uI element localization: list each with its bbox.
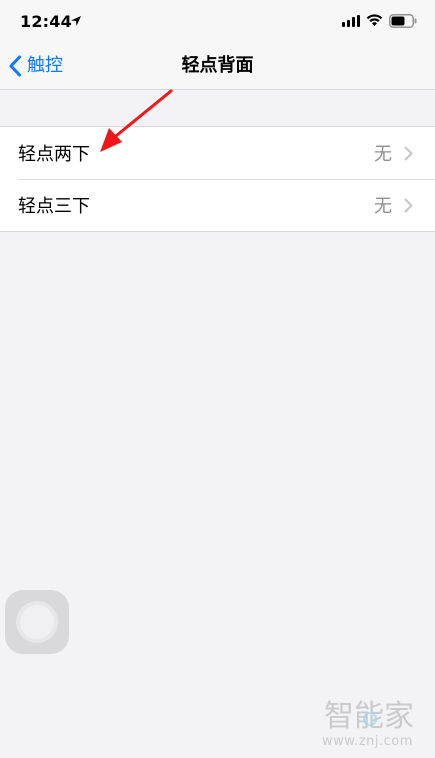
wifi-icon [366,14,383,26]
watermark-url: www.znj.com [322,734,413,749]
status-time: 12:44 [20,12,72,31]
chevron-right-icon [404,146,413,160]
settings-row-triple-tap[interactable]: 轻点三下 无 [0,179,435,231]
status-bar: 12:44 [0,0,435,44]
row-label: 轻点两下 [18,144,90,165]
row-value: 无 [374,196,392,217]
watermark-logo: 智能家 [324,699,414,734]
assistive-touch-button[interactable] [5,590,69,654]
settings-row-double-tap[interactable]: 轻点两下 无 [0,127,435,179]
watermark: 智能家 www.znj.com [322,696,430,750]
battery-icon [389,14,417,28]
row-value: 无 [374,144,392,165]
settings-list: 轻点两下 无 轻点三下 无 [0,126,435,232]
location-arrow-icon [71,16,81,26]
signal-bars-icon [342,15,360,27]
chevron-right-icon [404,198,413,212]
assistive-touch-icon [20,605,54,639]
row-label: 轻点三下 [18,196,90,217]
page-title: 轻点背面 [181,55,254,76]
red-arrow-annotation [100,89,173,152]
svg-text:智能家: 智能家 [324,699,414,734]
navigation-bar: 触控 轻点背面 [0,44,435,90]
